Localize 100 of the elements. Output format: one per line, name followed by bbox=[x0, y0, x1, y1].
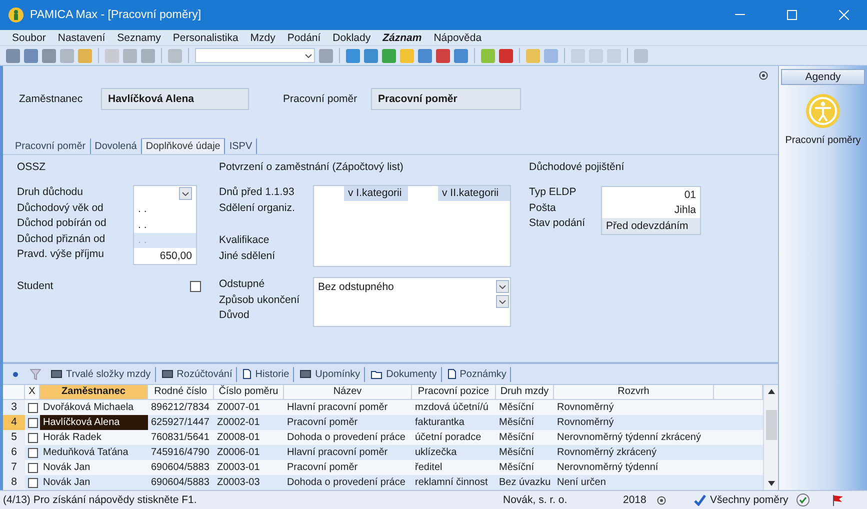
employee-field: Havlíčková Alena bbox=[101, 88, 249, 110]
caret-icon bbox=[499, 284, 506, 288]
category-label: v II.kategorii bbox=[441, 186, 499, 201]
grid-tab[interactable]: Trvalé složky mzdy bbox=[47, 366, 156, 382]
table-cell-text: Rovnoměrný bbox=[556, 416, 615, 430]
dropdown-button[interactable] bbox=[496, 295, 509, 308]
grid-tab[interactable]: Dokumenty bbox=[367, 366, 442, 382]
grid-tab[interactable]: Upomínky bbox=[296, 366, 366, 382]
row-number: 3 bbox=[3, 400, 25, 415]
close-icon bbox=[839, 10, 849, 20]
tab-label: Poznámky bbox=[460, 368, 506, 380]
date-field[interactable]: . . bbox=[134, 217, 196, 232]
dropdown-button[interactable] bbox=[496, 280, 509, 293]
panel-title: Agendy bbox=[781, 69, 865, 85]
up-arrow-icon[interactable] bbox=[766, 387, 776, 396]
menu-item[interactable]: Podání bbox=[287, 32, 321, 44]
table-cell-text: Z0008-01 bbox=[216, 431, 261, 445]
grid-tab[interactable]: Rozúčtování bbox=[158, 366, 238, 382]
pension-field[interactable]: 01 bbox=[602, 187, 700, 202]
status-hint: (4/13) Pro získání nápovědy stiskněte F1. bbox=[3, 494, 198, 506]
tab[interactable]: Doplňkové údaje bbox=[142, 138, 226, 154]
row-checkbox[interactable] bbox=[28, 402, 38, 412]
menu-item[interactable]: Nápověda bbox=[434, 32, 482, 44]
table-cell-text: Horák Radek bbox=[42, 431, 102, 445]
menu-item[interactable]: Doklady bbox=[332, 32, 371, 44]
table-cell-text: Z0006-01 bbox=[216, 446, 261, 460]
table-cell-text: Z0007-01 bbox=[216, 401, 261, 415]
vertical-scrollbar[interactable] bbox=[763, 385, 778, 490]
menu-item[interactable]: Záznam bbox=[382, 32, 422, 44]
tab[interactable]: ISPV bbox=[225, 138, 258, 154]
down-arrow-icon[interactable] bbox=[766, 479, 776, 488]
tab-label: Historie bbox=[255, 368, 290, 380]
table-cell-text: Novák Jan bbox=[42, 461, 92, 475]
company-name: Novák, s. r. o. bbox=[503, 494, 568, 506]
filter-icon[interactable] bbox=[30, 368, 41, 380]
grid-tab[interactable]: Historie bbox=[239, 366, 294, 382]
contract-field: Pracovní poměr bbox=[371, 88, 521, 110]
table-cell-text: 760831/5641 bbox=[150, 431, 210, 445]
table-cell-text: Pracovní poměr bbox=[286, 416, 359, 430]
menu-item[interactable]: Personalistika bbox=[172, 32, 238, 44]
section-title: Důchodové pojištění bbox=[529, 161, 626, 173]
table-cell-text: Hlavní pracovní poměr bbox=[286, 401, 389, 415]
field-label: Student bbox=[17, 278, 54, 294]
table-cell-text: 745916/4790 bbox=[150, 446, 210, 460]
check-icon bbox=[694, 494, 706, 506]
check-circle-icon[interactable] bbox=[796, 493, 810, 507]
field-label: Důchodový věk od bbox=[17, 200, 104, 216]
field-label: Pošta bbox=[529, 200, 557, 216]
menu-item[interactable]: Nastavení bbox=[58, 32, 106, 44]
days-field[interactable] bbox=[408, 186, 438, 201]
row-checkbox[interactable] bbox=[28, 478, 38, 488]
maximize-icon bbox=[787, 10, 797, 20]
section-title: Potvrzení o zaměstnání (Zápočtový list) bbox=[219, 161, 404, 173]
field-label: Odstupné bbox=[219, 277, 266, 292]
menu-item[interactable]: Seznamy bbox=[117, 32, 161, 44]
caret-icon bbox=[182, 192, 189, 196]
grid-tab[interactable]: Poznámky bbox=[444, 366, 512, 382]
table-cell-text: Novák Jan bbox=[42, 476, 92, 490]
column-header[interactable]: Název bbox=[284, 385, 412, 399]
row-number: 5 bbox=[3, 430, 25, 445]
scrollbar-thumb[interactable] bbox=[766, 410, 776, 440]
agenda-item[interactable]: Pracovní poměry bbox=[779, 85, 867, 146]
table-cell-text: Z0003-03 bbox=[216, 476, 261, 490]
column-header[interactable]: Rozvrh bbox=[554, 385, 714, 399]
row-checkbox[interactable] bbox=[28, 432, 38, 442]
column-header[interactable]: Pracovní pozice bbox=[412, 385, 496, 399]
table-cell-text: reklamní činnost bbox=[414, 476, 489, 490]
field-label: Jiné sdělení bbox=[219, 248, 276, 264]
column-header[interactable]: Zaměstnanec bbox=[40, 385, 148, 399]
row-checkbox[interactable] bbox=[28, 448, 38, 458]
caret-icon bbox=[499, 300, 506, 304]
menu-item[interactable]: Soubor bbox=[12, 32, 46, 44]
income-field[interactable]: 650,00 bbox=[134, 248, 196, 264]
date-field[interactable]: . . bbox=[134, 202, 196, 217]
tab[interactable]: Pracovní poměr bbox=[11, 138, 91, 154]
days-field[interactable] bbox=[314, 186, 344, 201]
field-label: Druh důchodu bbox=[17, 185, 84, 200]
column-header[interactable]: Rodné číslo bbox=[148, 385, 214, 399]
table-cell-text: Měsíční bbox=[498, 431, 536, 445]
section-title: OSSZ bbox=[17, 161, 47, 173]
filter-status: Všechny poměry bbox=[710, 494, 790, 506]
row-number: 4 bbox=[3, 415, 25, 430]
menu-item[interactable]: Mzdy bbox=[250, 32, 276, 44]
column-header[interactable]: Číslo poměru bbox=[214, 385, 284, 399]
toolbar-combo-field[interactable] bbox=[195, 48, 315, 63]
field-label: Stav podání bbox=[529, 216, 586, 231]
row-checkbox[interactable] bbox=[28, 418, 38, 428]
column-header[interactable]: Druh mzdy bbox=[496, 385, 554, 399]
table-cell-text: uklízečka bbox=[414, 446, 458, 460]
field-label: Zaměstnanec bbox=[19, 93, 84, 105]
pension-field[interactable]: Jihla bbox=[602, 202, 700, 218]
dropdown-button[interactable] bbox=[179, 187, 192, 200]
row-number: 8 bbox=[3, 475, 25, 490]
table-cell-text: účetní poradce bbox=[414, 431, 482, 445]
table-cell-text: Dvořáková Michaela bbox=[42, 401, 135, 415]
row-checkbox[interactable] bbox=[28, 462, 38, 472]
table-cell-text: Z0002-01 bbox=[216, 416, 261, 430]
student-checkbox[interactable] bbox=[190, 280, 201, 292]
table-cell-text: 896212/7834 bbox=[150, 401, 210, 415]
field-label: Kvalifikace bbox=[219, 233, 270, 248]
